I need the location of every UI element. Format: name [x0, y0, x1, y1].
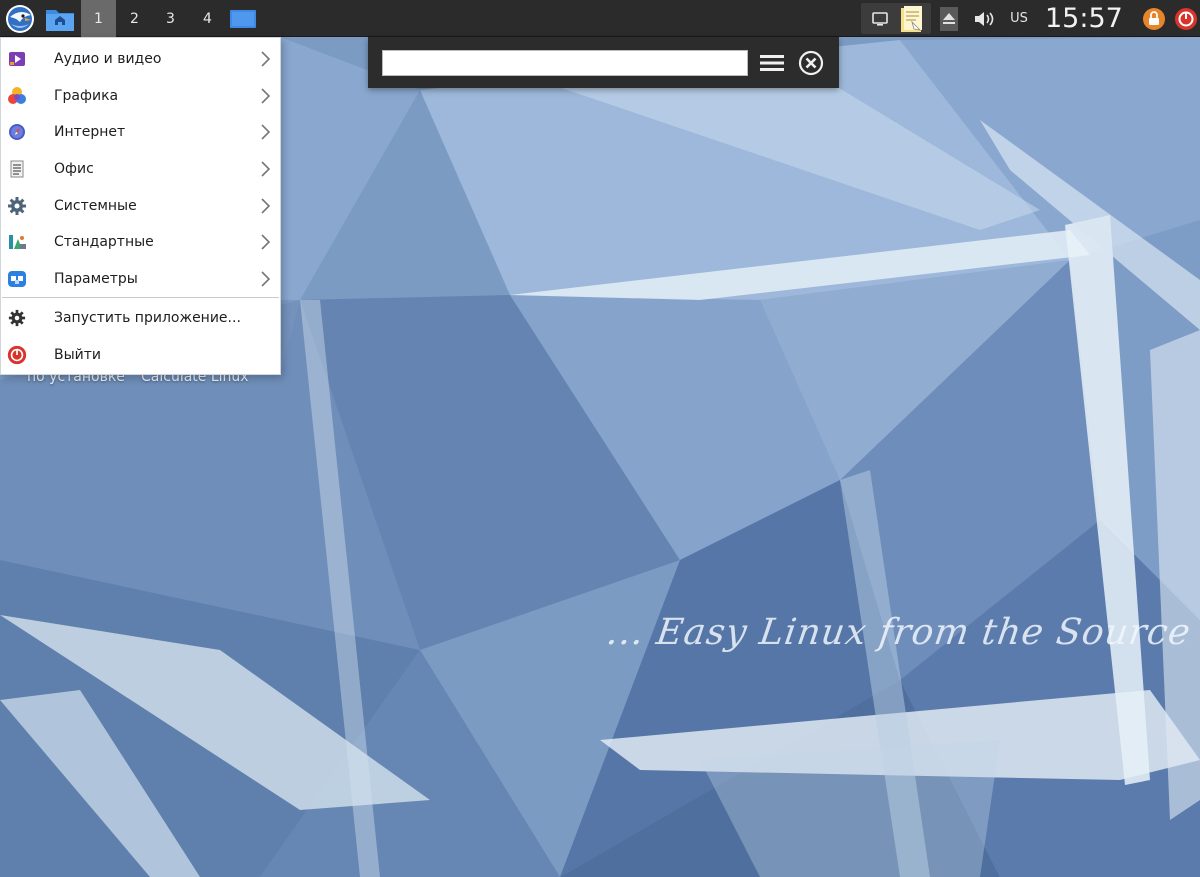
- chevron-right-icon: [261, 124, 271, 140]
- office-icon: [7, 159, 27, 179]
- hamburger-menu-icon: [760, 55, 784, 71]
- accessories-icon: [7, 232, 27, 252]
- home-folder-button[interactable]: [42, 0, 78, 37]
- menu-item-graphics[interactable]: Графика: [1, 78, 280, 114]
- clipboard-notes-icon: [901, 5, 922, 32]
- window-icon: [872, 11, 888, 26]
- calculate-linux-logo-icon: [6, 4, 34, 33]
- run-gear-icon: [7, 308, 27, 328]
- chevron-right-icon: [261, 161, 271, 177]
- menu-item-label: Аудио и видео: [54, 51, 162, 67]
- eject-icon: [940, 6, 958, 31]
- menu-item-system[interactable]: Системные: [1, 188, 280, 224]
- power-button[interactable]: [1172, 0, 1200, 37]
- multimedia-icon: [7, 49, 27, 69]
- menu-item-internet[interactable]: Интернет: [1, 114, 280, 150]
- system-gear-icon: [7, 196, 27, 216]
- volume-button[interactable]: [971, 0, 997, 37]
- window-tray-button[interactable]: [868, 0, 892, 37]
- chevron-right-icon: [261, 271, 271, 287]
- menu-item-label: Запустить приложение...: [54, 310, 241, 326]
- show-desktop-button[interactable]: [226, 0, 260, 37]
- close-circle-icon: [798, 50, 824, 76]
- run-search-bar: [368, 37, 839, 88]
- chevron-right-icon: [261, 51, 271, 67]
- internet-icon: [7, 122, 27, 142]
- menu-item-label: Параметры: [54, 271, 138, 287]
- run-bar-close-button[interactable]: [797, 49, 825, 77]
- menu-item-label: Офис: [54, 161, 94, 177]
- show-desktop-icon: [230, 9, 256, 28]
- menu-item-label: Стандартные: [54, 234, 154, 250]
- menu-item-logout[interactable]: Выйти: [1, 337, 280, 373]
- chevron-right-icon: [261, 198, 271, 214]
- top-panel: 1 2 3 4 US 15:57: [0, 0, 1200, 37]
- application-menu: Аудио и видео Графика Интернет Офис Сист…: [0, 37, 281, 375]
- workspace-4-button[interactable]: 4: [190, 0, 225, 37]
- graphics-icon: [7, 86, 27, 106]
- clipboard-tray-button[interactable]: [896, 0, 928, 37]
- workspace-3-button[interactable]: 3: [153, 0, 188, 37]
- run-bar-menu-button[interactable]: [758, 49, 786, 77]
- chevron-right-icon: [261, 234, 271, 250]
- settings-icon: [7, 269, 27, 289]
- menu-item-multimedia[interactable]: Аудио и видео: [1, 41, 280, 77]
- menu-item-accessories[interactable]: Стандартные: [1, 224, 280, 260]
- keyboard-layout-indicator[interactable]: US: [1006, 0, 1032, 37]
- menu-item-office[interactable]: Офис: [1, 151, 280, 187]
- wallpaper-tagline: ... Easy Linux from the Source: [604, 612, 1194, 653]
- workspace-1-button[interactable]: 1: [81, 0, 116, 37]
- menu-item-run-application[interactable]: Запустить приложение...: [1, 300, 280, 336]
- lock-icon: [1143, 7, 1165, 30]
- logout-power-icon: [7, 345, 27, 365]
- panel-clock[interactable]: 15:57: [1045, 0, 1123, 37]
- start-menu-button[interactable]: [3, 0, 37, 37]
- volume-icon: [975, 11, 994, 26]
- eject-button[interactable]: [937, 0, 961, 37]
- home-folder-icon: [46, 9, 74, 31]
- run-search-input[interactable]: [382, 50, 748, 76]
- menu-item-label: Графика: [54, 88, 119, 104]
- chevron-right-icon: [261, 88, 271, 104]
- menu-separator: [2, 297, 279, 298]
- power-icon: [1175, 7, 1197, 30]
- menu-item-label: Интернет: [54, 124, 126, 140]
- workspace-2-button[interactable]: 2: [117, 0, 152, 37]
- menu-item-settings[interactable]: Параметры: [1, 261, 280, 297]
- menu-item-label: Системные: [54, 198, 137, 214]
- lock-screen-button[interactable]: [1140, 0, 1168, 37]
- menu-item-label: Выйти: [54, 347, 102, 363]
